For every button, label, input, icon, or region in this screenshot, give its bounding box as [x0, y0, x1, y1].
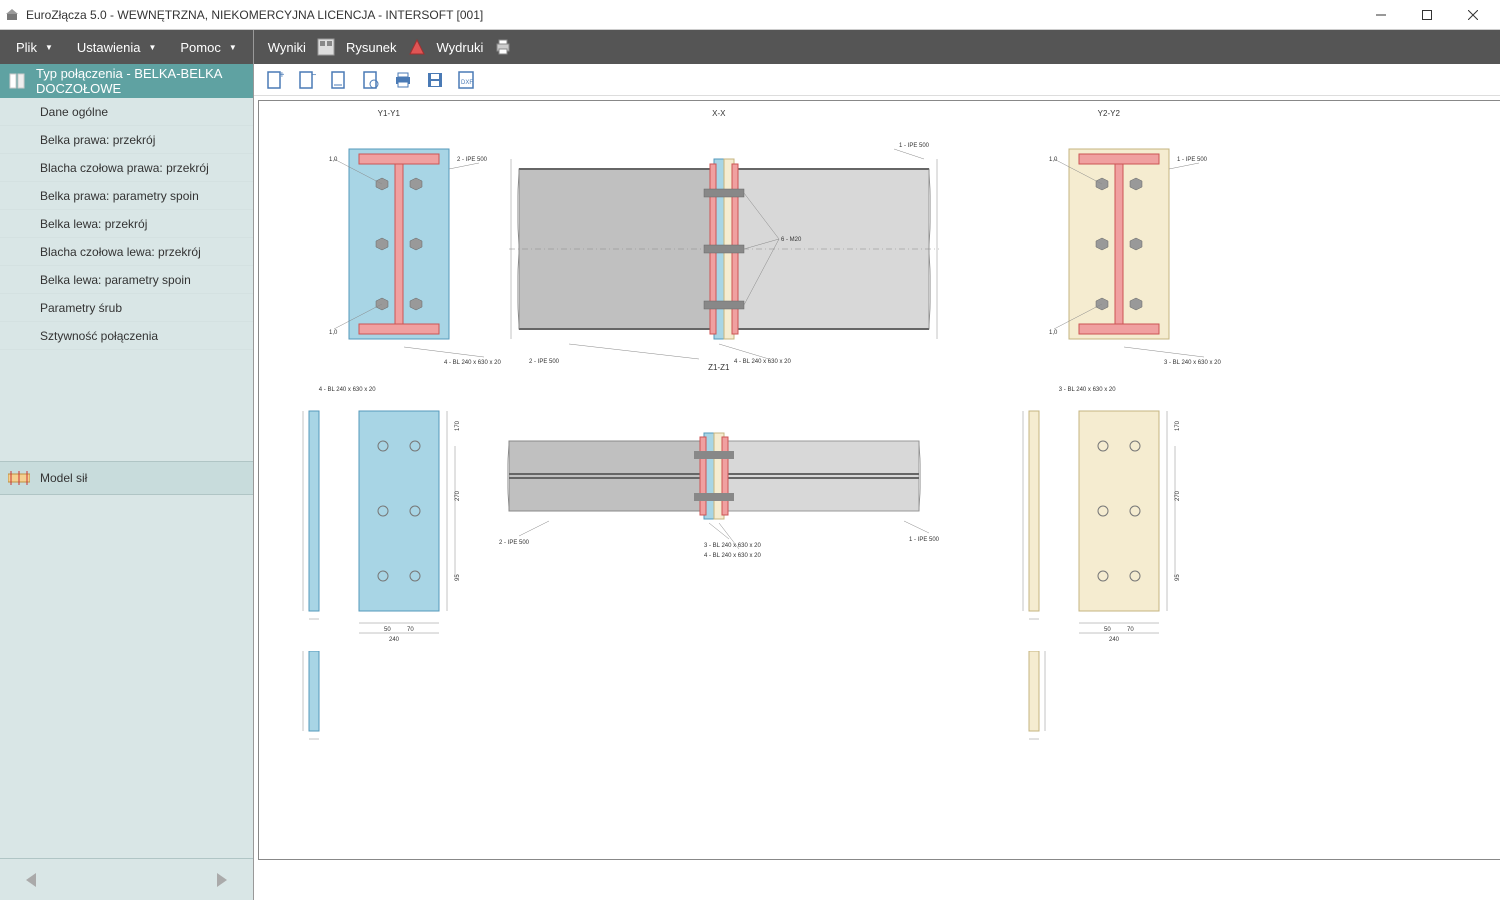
- svg-text:3 - BL 240 x 630 x 20: 3 - BL 240 x 630 x 20: [1164, 360, 1221, 364]
- section-label-y1: Y1-Y1: [369, 109, 409, 118]
- svg-text:4 - BL 240 x 630 x 20: 4 - BL 240 x 630 x 20: [444, 360, 501, 364]
- menu-pomoc[interactable]: Pomoc▼: [170, 36, 246, 59]
- forces-model-icon: [8, 470, 30, 486]
- svg-text:4 - BL 240 x 630 x 20: 4 - BL 240 x 630 x 20: [704, 553, 761, 559]
- close-button[interactable]: [1450, 0, 1496, 30]
- svg-text:DXF: DXF: [461, 80, 473, 86]
- nav-prev-button[interactable]: [20, 868, 44, 892]
- canvas-scroll[interactable]: Y1-Y1 X-X Y2-Y2 Z1-Z1 4 - BL 240 x 630 x…: [254, 96, 1500, 900]
- menu-bar: Plik▼ Ustawienia▼ Pomoc▼: [0, 30, 253, 64]
- sidebar-item-dane-ogolne[interactable]: Dane ogólne: [0, 98, 253, 126]
- svg-text:95: 95: [1175, 574, 1181, 581]
- chevron-down-icon: ▼: [45, 43, 53, 52]
- svg-text:6 - M20: 6 - M20: [781, 237, 802, 243]
- svg-text:4 - BL 240 x 630 x 20: 4 - BL 240 x 630 x 20: [734, 359, 791, 364]
- svg-text:1,0: 1,0: [1049, 330, 1058, 336]
- drawing-bottom-row: [269, 651, 1249, 761]
- chevron-down-icon: ▼: [148, 43, 156, 52]
- drawing-top-row: 1,0 1,0 2 - IPE 500 4 - BL 240 x 630 x 2…: [269, 119, 1249, 364]
- results-icon[interactable]: [316, 37, 336, 57]
- svg-text:2 - IPE 500: 2 - IPE 500: [529, 359, 560, 364]
- nav-next-button[interactable]: [209, 868, 233, 892]
- sidebar-item-belka-prawa-spoiny[interactable]: Belka prawa: parametry spoin: [0, 182, 253, 210]
- svg-text:270: 270: [455, 490, 461, 501]
- sidebar: Plik▼ Ustawienia▼ Pomoc▼ Typ połączenia …: [0, 30, 254, 900]
- titlebar: EuroZłącza 5.0 - WEWNĘTRZNA, NIEKOMERCYJ…: [0, 0, 1500, 30]
- drawing-canvas: Y1-Y1 X-X Y2-Y2 Z1-Z1 4 - BL 240 x 630 x…: [258, 100, 1500, 860]
- sidebar-item-blacha-prawa-przekroj[interactable]: Blacha czołowa prawa: przekrój: [0, 154, 253, 182]
- new-doc-button[interactable]: +: [264, 69, 286, 91]
- svg-text:1,0: 1,0: [329, 330, 338, 336]
- sidebar-footer-label: Model sił: [40, 471, 87, 485]
- maximize-button[interactable]: [1404, 0, 1450, 30]
- sidebar-items: Dane ogólne Belka prawa: przekrój Blacha…: [0, 98, 253, 461]
- window-controls: [1358, 0, 1496, 30]
- svg-text:1,0: 1,0: [1049, 157, 1058, 163]
- sidebar-item-blacha-lewa-przekroj[interactable]: Blacha czołowa lewa: przekrój: [0, 238, 253, 266]
- chevron-down-icon: ▼: [229, 43, 237, 52]
- toolbar-wyniki[interactable]: Wyniki: [264, 36, 310, 59]
- export-dxf-button[interactable]: DXF: [456, 69, 478, 91]
- sidebar-nav: [0, 858, 253, 900]
- svg-text:70: 70: [1127, 627, 1134, 633]
- svg-text:3 - BL 240 x 630 x 20: 3 - BL 240 x 630 x 20: [704, 543, 761, 549]
- sidebar-item-model-sil[interactable]: Model sił: [0, 461, 253, 495]
- svg-text:−: −: [311, 70, 316, 81]
- section-label-xx: X-X: [699, 109, 739, 118]
- svg-text:95: 95: [455, 574, 461, 581]
- drawing-icon[interactable]: [407, 37, 427, 57]
- svg-text:70: 70: [407, 627, 414, 633]
- preview-button[interactable]: [360, 69, 382, 91]
- app-icon: [4, 7, 20, 23]
- svg-text:1 - IPE 500: 1 - IPE 500: [909, 537, 940, 543]
- sidebar-item-belka-prawa-przekroj[interactable]: Belka prawa: przekrój: [0, 126, 253, 154]
- svg-text:1 - IPE 500: 1 - IPE 500: [899, 143, 930, 149]
- sidebar-header-label: Typ połączenia - BELKA-BELKA DOCZOŁOWE: [36, 66, 245, 96]
- svg-text:170: 170: [1175, 420, 1181, 431]
- svg-text:50: 50: [1104, 627, 1111, 633]
- window-title: EuroZłącza 5.0 - WEWNĘTRZNA, NIEKOMERCYJ…: [26, 8, 1358, 22]
- document-toolbar: + − DXF: [254, 64, 1500, 96]
- page-button[interactable]: [328, 69, 350, 91]
- drawing-middle-row: 170 270 95 50 70 240: [269, 391, 1249, 651]
- section-label-z1: Z1-Z1: [699, 363, 739, 372]
- section-label-y2: Y2-Y2: [1089, 109, 1129, 118]
- svg-text:170: 170: [455, 420, 461, 431]
- svg-text:1 - IPE 500: 1 - IPE 500: [1177, 157, 1208, 163]
- connection-type-icon: [8, 71, 26, 91]
- svg-text:270: 270: [1175, 490, 1181, 501]
- sidebar-item-parametry-srub[interactable]: Parametry śrub: [0, 294, 253, 322]
- svg-text:240: 240: [389, 637, 400, 643]
- svg-text:+: +: [279, 70, 284, 81]
- print-icon[interactable]: [493, 37, 513, 57]
- menu-ustawienia[interactable]: Ustawienia▼: [67, 36, 167, 59]
- svg-text:240: 240: [1109, 637, 1120, 643]
- sidebar-item-belka-lewa-przekroj[interactable]: Belka lewa: przekrój: [0, 210, 253, 238]
- minimize-button[interactable]: [1358, 0, 1404, 30]
- save-button[interactable]: [424, 69, 446, 91]
- svg-text:2 - IPE 500: 2 - IPE 500: [457, 157, 488, 163]
- svg-text:50: 50: [384, 627, 391, 633]
- menu-plik[interactable]: Plik▼: [6, 36, 63, 59]
- content-toolbar: Wyniki Rysunek Wydruki: [254, 30, 1500, 64]
- toolbar-rysunek[interactable]: Rysunek: [342, 36, 401, 59]
- delete-doc-button[interactable]: −: [296, 69, 318, 91]
- svg-text:2 - IPE 500: 2 - IPE 500: [499, 540, 530, 546]
- sidebar-item-sztywnosc[interactable]: Sztywność połączenia: [0, 322, 253, 350]
- sidebar-item-belka-lewa-spoiny[interactable]: Belka lewa: parametry spoin: [0, 266, 253, 294]
- print-button[interactable]: [392, 69, 414, 91]
- svg-text:1,0: 1,0: [329, 157, 338, 163]
- content-area: Wyniki Rysunek Wydruki + − DXF Y1-Y1 X-X…: [254, 30, 1500, 900]
- toolbar-wydruki[interactable]: Wydruki: [433, 36, 488, 59]
- sidebar-header[interactable]: Typ połączenia - BELKA-BELKA DOCZOŁOWE: [0, 64, 253, 98]
